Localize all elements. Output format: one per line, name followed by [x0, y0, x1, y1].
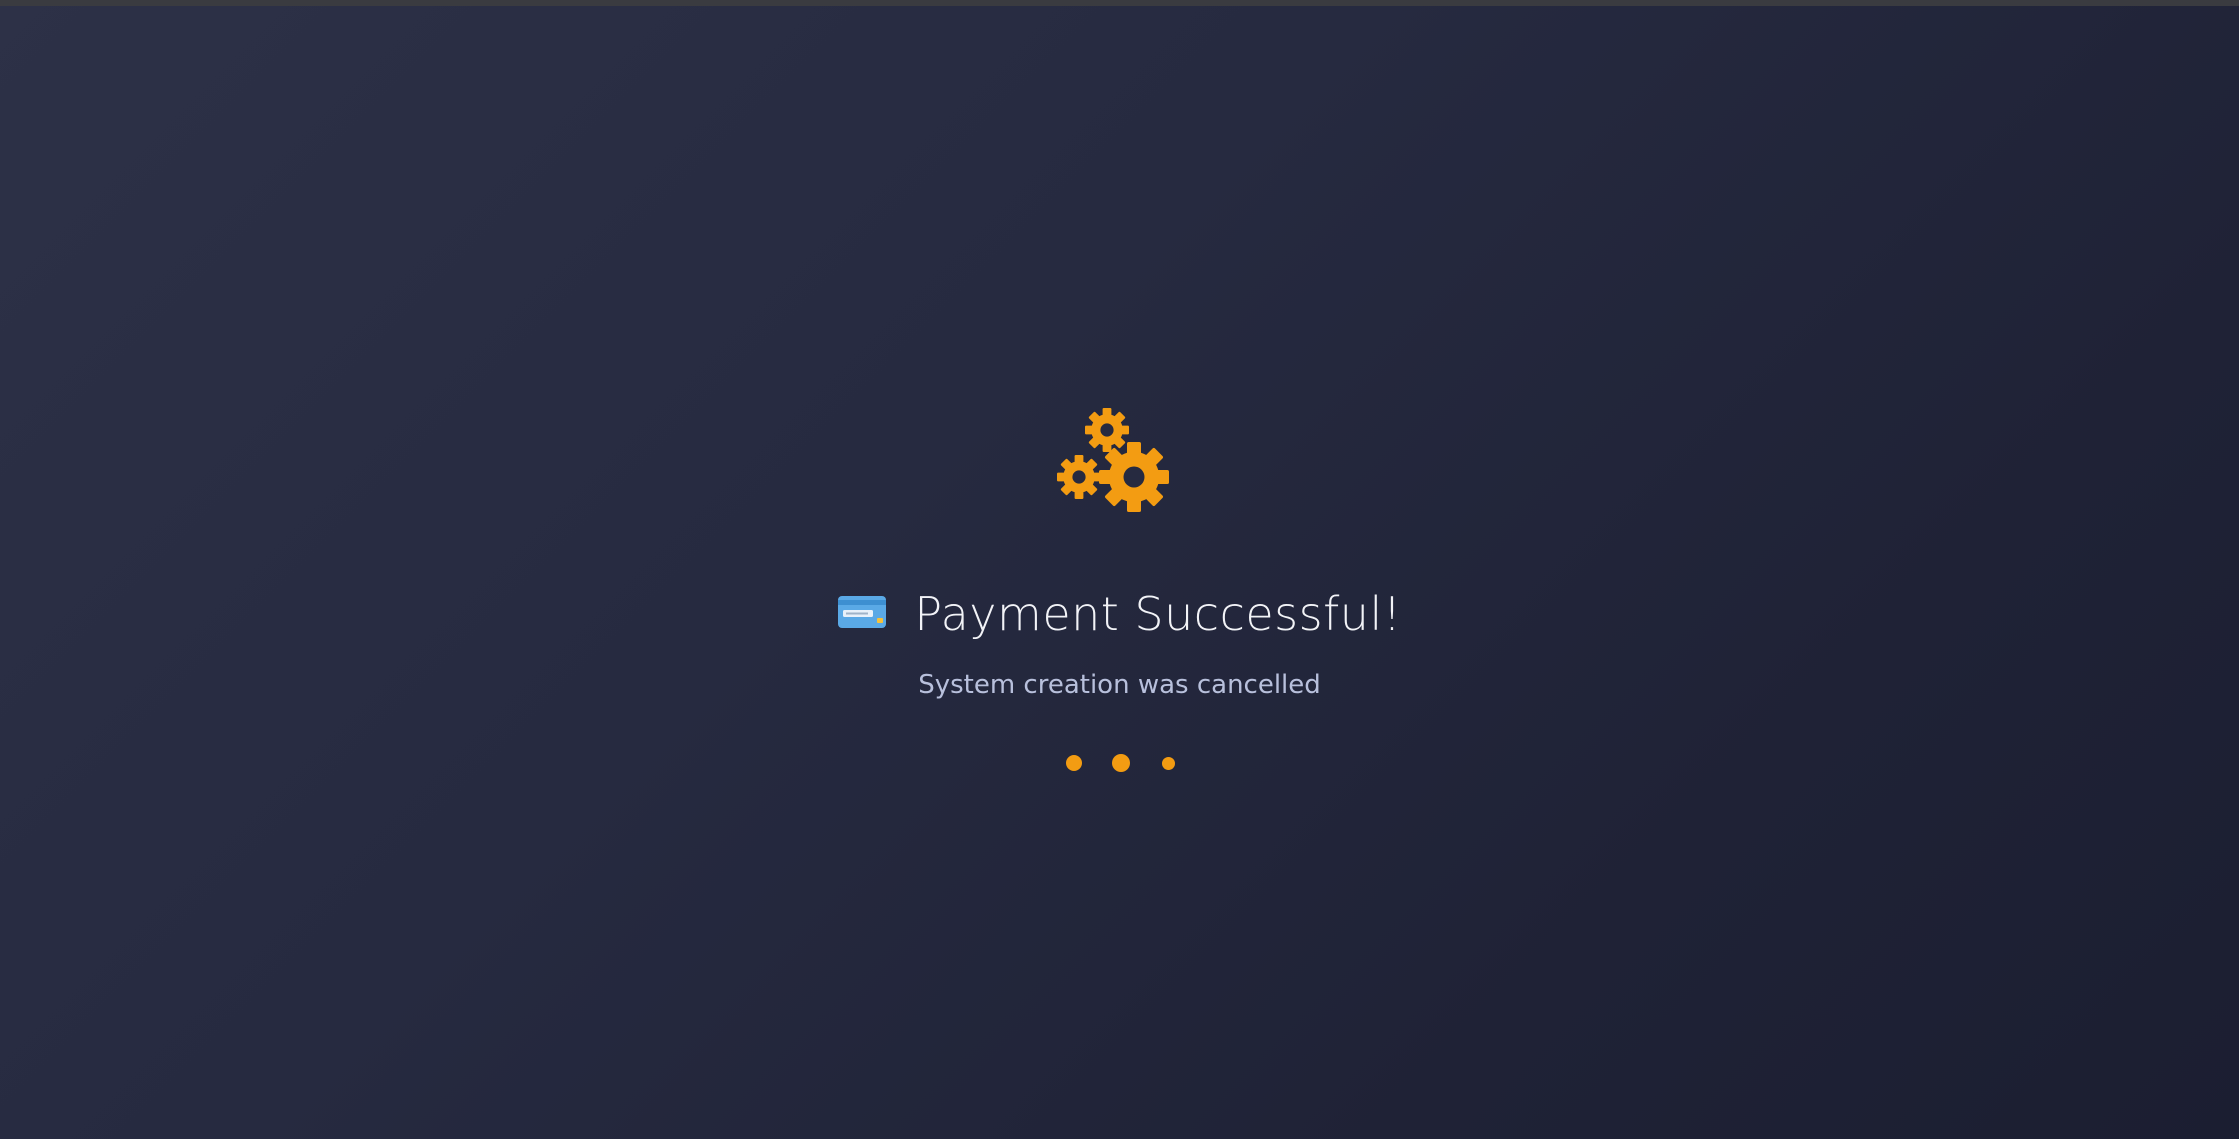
title-row: Payment Successful!	[0, 580, 2239, 646]
loading-dot-3	[1162, 757, 1175, 770]
loading-dot-1	[1066, 755, 1082, 771]
status-message: System creation was cancelled	[918, 670, 1321, 700]
loading-dot-2	[1112, 754, 1130, 772]
gears-icon	[1057, 408, 1169, 512]
status-screen: Payment Successful! System creation was …	[0, 0, 2239, 1139]
loading-dots	[1062, 752, 1182, 774]
page-title: Payment Successful!	[914, 586, 1402, 641]
credit-card-icon	[838, 595, 887, 628]
